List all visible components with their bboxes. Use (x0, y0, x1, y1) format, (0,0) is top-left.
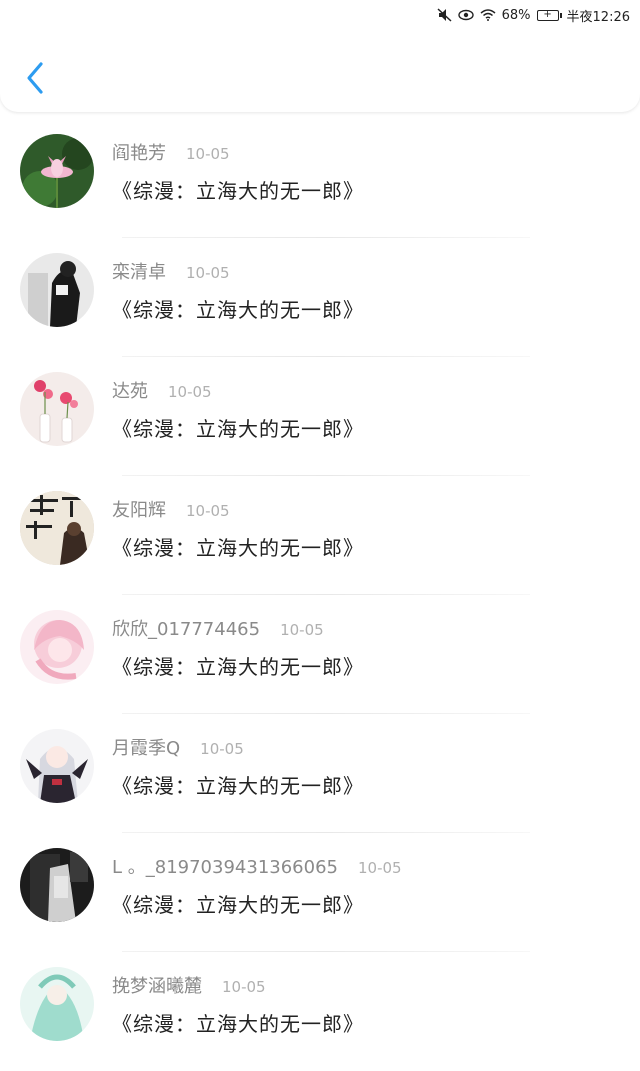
post-date: 10-05 (200, 740, 244, 758)
status-bar: 68% + 半夜12:26 (0, 0, 640, 30)
avatar[interactable] (20, 729, 94, 803)
user-name[interactable]: 栾清卓 (112, 258, 166, 284)
chevron-left-icon (27, 62, 43, 94)
mute-icon (437, 8, 452, 22)
user-name[interactable]: 月霞季Q (112, 734, 180, 760)
book-title[interactable]: 《综漫：立海大的无一郎》 (112, 413, 364, 442)
list-item[interactable]: 栾清卓 10-05 《综漫：立海大的无一郎》 (0, 238, 640, 357)
list-item[interactable]: 欣欣_017774465 10-05 《综漫：立海大的无一郎》 (0, 595, 640, 714)
book-title[interactable]: 《综漫：立海大的无一郎》 (112, 1008, 364, 1037)
post-date: 10-05 (280, 621, 324, 639)
list-item[interactable]: 达苑 10-05 《综漫：立海大的无一郎》 (0, 357, 640, 476)
avatar[interactable] (20, 134, 94, 208)
eye-icon (457, 9, 474, 21)
post-date: 10-05 (186, 502, 230, 520)
user-name[interactable]: L 。_8197039431366065 (112, 853, 338, 879)
user-name[interactable]: 欣欣_017774465 (112, 615, 260, 641)
post-date: 10-05 (168, 383, 212, 401)
avatar[interactable] (20, 610, 94, 684)
user-name[interactable]: 挽梦涵曦麓 (112, 972, 202, 998)
post-date: 10-05 (357, 859, 402, 877)
avatar[interactable] (20, 372, 94, 446)
post-date: 10-05 (222, 978, 266, 996)
battery-icon: + (536, 9, 562, 21)
book-title[interactable]: 《综漫：立海大的无一郎》 (112, 770, 364, 799)
wifi-icon (480, 9, 496, 21)
post-date: 10-05 (186, 145, 230, 163)
book-title[interactable]: 《综漫：立海大的无一郎》 (112, 889, 364, 918)
avatar[interactable] (20, 967, 94, 1041)
back-button[interactable] (18, 58, 52, 98)
list-item[interactable]: 挽梦涵曦麓 10-05 《综漫：立海大的无一郎》 (0, 952, 640, 1071)
battery-percent: 68% (501, 7, 531, 23)
list-item[interactable]: 月霞季Q 10-05 《综漫：立海大的无一郎》 (0, 714, 640, 833)
book-title[interactable]: 《综漫：立海大的无一郎》 (112, 175, 364, 204)
user-name[interactable]: 阎艳芳 (112, 139, 166, 165)
clock: 半夜12:26 (566, 9, 630, 25)
message-list: 阎艳芳 10-05 《综漫：立海大的无一郎》 栾清卓 10-05 《综漫：立海大… (0, 119, 640, 1071)
post-date: 10-05 (186, 264, 230, 282)
avatar[interactable] (20, 253, 94, 327)
avatar[interactable] (20, 848, 94, 922)
book-title[interactable]: 《综漫：立海大的无一郎》 (112, 294, 364, 323)
avatar[interactable] (20, 491, 94, 565)
list-item[interactable]: 友阳辉 10-05 《综漫：立海大的无一郎》 (0, 476, 640, 595)
list-item[interactable]: L 。_8197039431366065 10-05 《综漫：立海大的无一郎》 (0, 833, 640, 952)
list-item[interactable]: 阎艳芳 10-05 《综漫：立海大的无一郎》 (0, 119, 640, 238)
user-name[interactable]: 达苑 (112, 377, 148, 403)
user-name[interactable]: 友阳辉 (112, 496, 166, 522)
book-title[interactable]: 《综漫：立海大的无一郎》 (112, 532, 364, 561)
book-title[interactable]: 《综漫：立海大的无一郎》 (112, 651, 364, 680)
